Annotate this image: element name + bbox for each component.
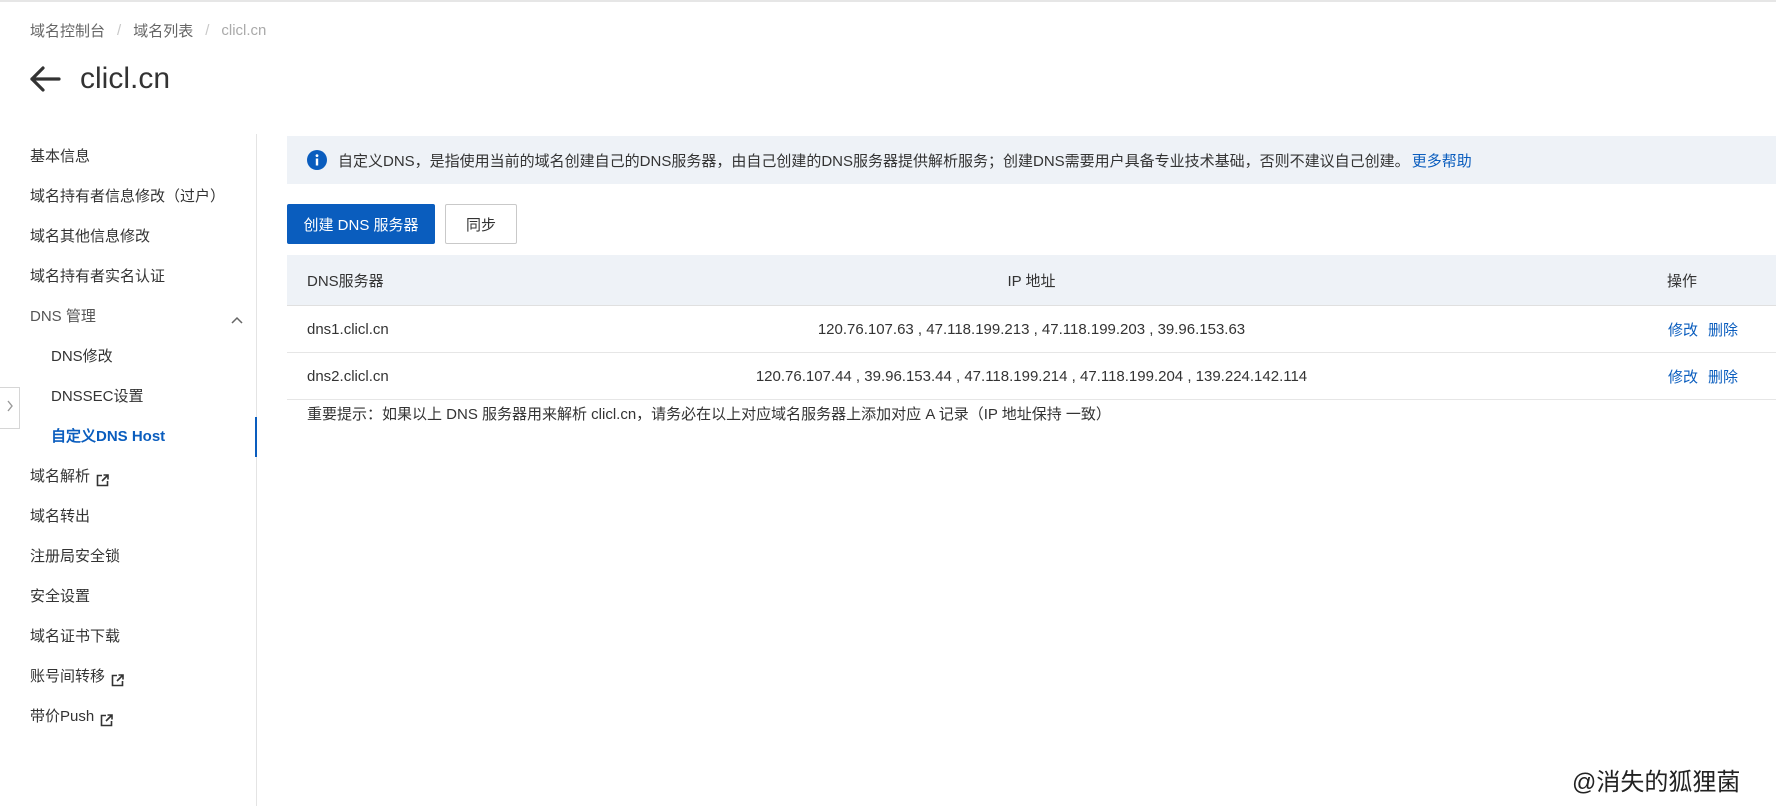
edit-link[interactable]: 修改	[1668, 319, 1698, 340]
info-banner: 自定义DNS，是指使用当前的域名创建自己的DNS服务器，由自己创建的DNS服务器…	[287, 136, 1776, 184]
dns-server-table: DNS服务器 IP 地址 操作 dns1.clicl.cn 120.76.107…	[287, 255, 1776, 400]
column-header-actions: 操作	[1667, 272, 1698, 290]
sidebar-item-registry-lock[interactable]: 注册局安全锁	[30, 545, 120, 569]
banner-text: 自定义DNS，是指使用当前的域名创建自己的DNS服务器，由自己创建的DNS服务器…	[338, 152, 1410, 170]
sidebar-collapse-toggle[interactable]	[0, 387, 20, 429]
row-actions: 修改 删除	[1668, 353, 1748, 399]
sidebar-item-dnssec[interactable]: DNSSEC设置	[51, 385, 144, 409]
sidebar-item-label: 注册局安全锁	[30, 548, 121, 565]
external-link-icon	[100, 711, 114, 726]
chevron-right-icon	[6, 399, 14, 418]
sidebar-item-custom-dns-host[interactable]: 自定义DNS Host	[51, 425, 165, 449]
arrow-left-icon[interactable]	[28, 64, 62, 94]
page-title: clicl.cn	[80, 62, 171, 95]
sidebar-item-account-transfer[interactable]: 账号间转移	[30, 665, 124, 689]
sidebar-item-real-name-auth[interactable]: 域名持有者实名认证	[30, 265, 165, 289]
sidebar-item-label: DNS 管理	[30, 308, 96, 325]
breadcrumb-separator: /	[205, 22, 210, 39]
dns-server-name: dns2.clicl.cn	[307, 367, 389, 385]
sidebar-item-label: 账号间转移	[30, 668, 106, 685]
sidebar-item-label: 自定义DNS Host	[51, 428, 166, 445]
column-header-ip-label: IP 地址	[1007, 272, 1056, 290]
row-actions: 修改 删除	[1668, 306, 1748, 352]
column-header-dns-server: DNS服务器	[307, 272, 384, 290]
sidebar-item-dns-modify[interactable]: DNS修改	[51, 345, 113, 369]
sidebar-item-certificate-download[interactable]: 域名证书下载	[30, 625, 120, 649]
delete-link[interactable]: 删除	[1708, 319, 1738, 340]
sidebar-item-owner-change[interactable]: 域名持有者信息修改（过户）	[30, 185, 225, 209]
top-border	[0, 0, 1776, 2]
sidebar-item-label: DNSSEC设置	[51, 388, 144, 405]
sidebar-item-price-push[interactable]: 带价Push	[30, 705, 114, 729]
breadcrumb-domain-list[interactable]: 域名列表	[133, 20, 193, 41]
sidebar-item-dns-resolve[interactable]: 域名解析	[30, 465, 109, 489]
dns-server-name: dns1.clicl.cn	[307, 320, 389, 338]
sidebar-item-label: 域名其他信息修改	[30, 228, 151, 245]
table-row: dns2.clicl.cn 120.76.107.44 , 39.96.153.…	[287, 353, 1776, 400]
breadcrumb-separator: /	[117, 22, 122, 39]
info-icon	[307, 150, 327, 170]
sidebar-item-security-settings[interactable]: 安全设置	[30, 585, 90, 609]
delete-link[interactable]: 删除	[1708, 366, 1738, 387]
sidebar-item-label: 安全设置	[30, 588, 91, 605]
sidebar-item-label: 域名转出	[30, 508, 91, 525]
breadcrumb: 域名控制台 / 域名列表 / clicl.cn	[30, 20, 266, 41]
sidebar-item-transfer-out[interactable]: 域名转出	[30, 505, 90, 529]
sidebar-item-label: 域名持有者信息修改（过户）	[30, 188, 226, 205]
sidebar-item-basic-info[interactable]: 基本信息	[30, 145, 90, 169]
sidebar-item-label: 域名持有者实名认证	[30, 268, 166, 285]
sync-button[interactable]: 同步	[445, 204, 517, 244]
sidebar-item-label: 基本信息	[30, 148, 91, 165]
edit-link[interactable]: 修改	[1668, 366, 1698, 387]
ip-addresses-text: 120.76.107.63 , 47.118.199.213 , 47.118.…	[817, 320, 1246, 338]
column-header-ip: IP 地址	[287, 255, 1776, 305]
external-link-icon	[111, 671, 124, 686]
external-link-icon	[96, 471, 109, 486]
sidebar-item-label: 域名证书下载	[30, 628, 121, 645]
sidebar-divider	[256, 134, 257, 806]
watermark-text: @消失的狐狸菌	[1572, 769, 1741, 796]
table-header: DNS服务器 IP 地址 操作	[287, 255, 1776, 306]
sidebar-item-label: DNS修改	[51, 348, 113, 365]
chevron-up-icon[interactable]	[230, 312, 244, 324]
ip-addresses-text: 120.76.107.44 , 39.96.153.44 , 47.118.19…	[755, 367, 1308, 385]
more-help-link[interactable]: 更多帮助	[1412, 150, 1472, 171]
sidebar-group-dns-management[interactable]: DNS 管理	[30, 305, 96, 329]
create-dns-server-button[interactable]: 创建 DNS 服务器	[287, 204, 435, 244]
sidebar-item-label: 域名解析	[30, 468, 91, 485]
sidebar-nav: 基本信息 域名持有者信息修改（过户） 域名其他信息修改 域名持有者实名认证 DN…	[0, 134, 257, 806]
table-row: dns1.clicl.cn 120.76.107.63 , 47.118.199…	[287, 306, 1776, 353]
breadcrumb-current: clicl.cn	[221, 22, 267, 39]
ip-addresses: 120.76.107.44 , 39.96.153.44 , 47.118.19…	[287, 353, 1776, 399]
breadcrumb-domain-console[interactable]: 域名控制台	[30, 20, 105, 41]
ip-addresses: 120.76.107.63 , 47.118.199.213 , 47.118.…	[287, 306, 1776, 352]
active-indicator	[255, 417, 257, 457]
sidebar-item-other-info[interactable]: 域名其他信息修改	[30, 225, 150, 249]
important-notice: 重要提示：如果以上 DNS 服务器用来解析 clicl.cn，请务必在以上对应域…	[307, 406, 1111, 423]
sidebar-item-label: 带价Push	[30, 708, 95, 725]
page-header: clicl.cn	[28, 62, 170, 96]
